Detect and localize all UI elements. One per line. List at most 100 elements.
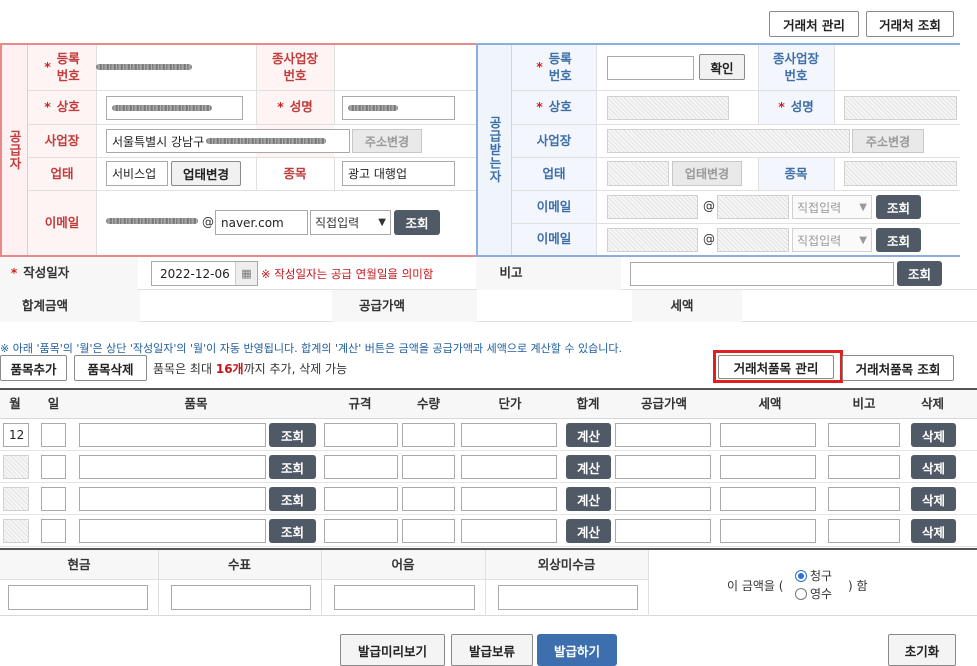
item-lookup-button[interactable]: 조회 bbox=[269, 423, 316, 447]
unit-price-input[interactable] bbox=[461, 455, 557, 479]
supplier-email-lookup-button[interactable]: 조회 bbox=[394, 210, 440, 235]
calendar-icon[interactable]: ▦ bbox=[235, 262, 257, 285]
tax-input[interactable] bbox=[720, 519, 816, 543]
unit-price-input[interactable] bbox=[461, 487, 557, 511]
remark-row-input[interactable] bbox=[828, 423, 900, 447]
add-item-button[interactable]: 품목추가 bbox=[0, 355, 67, 381]
day-input[interactable] bbox=[41, 455, 66, 479]
tax-input[interactable] bbox=[720, 455, 816, 479]
unit-price-input[interactable] bbox=[461, 519, 557, 543]
item-lookup-button[interactable]: 조회 bbox=[269, 519, 316, 543]
receiver-email2-select[interactable]: 직접입력 ▼ bbox=[792, 228, 872, 252]
receiver-company-input[interactable] bbox=[607, 96, 729, 120]
receipt-radio[interactable]: 영수 bbox=[795, 585, 832, 602]
issue-hold-button[interactable]: 발급보류 bbox=[451, 634, 533, 666]
day-input[interactable] bbox=[41, 423, 66, 447]
item-lookup-button[interactable]: 조회 bbox=[269, 455, 316, 479]
supplier-company-input[interactable] bbox=[106, 96, 243, 120]
supplier-address-input[interactable]: 서울특별시 강남구 bbox=[106, 129, 350, 153]
item-name-input[interactable] bbox=[79, 423, 266, 447]
supplier-name-input[interactable] bbox=[342, 96, 455, 120]
partner-items-lookup-button[interactable]: 거래처품목 조회 bbox=[842, 355, 954, 381]
receiver-address-input[interactable] bbox=[607, 129, 850, 153]
receiver-biz-type-input[interactable] bbox=[607, 161, 669, 186]
col-sum: 합계 bbox=[576, 395, 600, 411]
receiver-email-lookup-button[interactable]: 조회 bbox=[876, 195, 921, 219]
month-input[interactable] bbox=[3, 519, 29, 543]
check-input[interactable] bbox=[171, 585, 311, 610]
month-input[interactable] bbox=[3, 487, 29, 511]
calc-button[interactable]: 계산 bbox=[566, 487, 611, 511]
reset-button[interactable]: 초기화 bbox=[888, 634, 956, 666]
receiver-biz-type-change-button[interactable]: 업태변경 bbox=[672, 161, 742, 186]
supplier-biz-type-change-button[interactable]: 업태변경 bbox=[171, 161, 241, 186]
day-input[interactable] bbox=[41, 519, 66, 543]
supply-input[interactable] bbox=[615, 519, 711, 543]
remark-lookup-button[interactable]: 조회 bbox=[897, 261, 942, 286]
receiver-email-at: @ bbox=[703, 199, 715, 213]
supplier-email-select[interactable]: 직접입력 ▼ bbox=[310, 210, 391, 235]
receiver-email-select[interactable]: 직접입력 ▼ bbox=[792, 195, 872, 219]
qty-input[interactable] bbox=[402, 423, 455, 447]
remark-input[interactable] bbox=[630, 262, 894, 286]
item-name-input[interactable] bbox=[79, 519, 266, 543]
receiver-email-domain-input[interactable] bbox=[717, 195, 789, 219]
spec-input[interactable] bbox=[324, 487, 398, 511]
receiver-address-change-button[interactable]: 주소변경 bbox=[852, 129, 924, 153]
tax-input[interactable] bbox=[720, 423, 816, 447]
spec-input[interactable] bbox=[324, 455, 398, 479]
receiver-item-input[interactable] bbox=[844, 161, 957, 186]
month-input[interactable] bbox=[3, 455, 29, 479]
supply-input[interactable] bbox=[615, 487, 711, 511]
month-input[interactable]: 12 bbox=[3, 423, 29, 447]
supplier-item-input[interactable]: 광고 대행업 bbox=[342, 161, 455, 186]
item-name-input[interactable] bbox=[79, 455, 266, 479]
qty-input[interactable] bbox=[402, 487, 455, 511]
remark-row-input[interactable] bbox=[828, 487, 900, 511]
qty-input[interactable] bbox=[402, 455, 455, 479]
receiver-email2-lookup-button[interactable]: 조회 bbox=[876, 228, 921, 252]
item-name-input[interactable] bbox=[79, 487, 266, 511]
supplier-company-label: * 상호 bbox=[44, 99, 80, 115]
issue-preview-button[interactable]: 발급미리보기 bbox=[340, 634, 445, 666]
delete-item-button[interactable]: 품목삭제 bbox=[74, 355, 147, 381]
delete-row-button[interactable]: 삭제 bbox=[911, 519, 956, 543]
calc-button[interactable]: 계산 bbox=[566, 423, 611, 447]
receiver-email-id-input[interactable] bbox=[607, 195, 698, 219]
receiver-name-input[interactable] bbox=[844, 96, 957, 120]
qty-input[interactable] bbox=[402, 519, 455, 543]
supplier-email-domain-input[interactable]: naver.com bbox=[215, 210, 308, 235]
tax-input[interactable] bbox=[720, 487, 816, 511]
day-input[interactable] bbox=[41, 487, 66, 511]
spec-input[interactable] bbox=[324, 423, 398, 447]
partner-items-manage-button[interactable]: 거래처품목 관리 bbox=[718, 355, 834, 379]
delete-row-button[interactable]: 삭제 bbox=[911, 423, 956, 447]
partner-manage-button[interactable]: 거래처 관리 bbox=[769, 11, 859, 37]
unit-price-input[interactable] bbox=[461, 423, 557, 447]
item-lookup-button[interactable]: 조회 bbox=[269, 487, 316, 511]
cash-input[interactable] bbox=[8, 585, 148, 610]
receiver-email2-domain-input[interactable] bbox=[717, 228, 789, 252]
supplier-biz-type-input[interactable]: 서비스업 bbox=[106, 161, 168, 186]
date-input[interactable]: 2022-12-06 ▦ bbox=[151, 261, 258, 286]
partner-lookup-button[interactable]: 거래처 조회 bbox=[866, 11, 954, 37]
supply-input[interactable] bbox=[615, 455, 711, 479]
delete-row-button[interactable]: 삭제 bbox=[911, 487, 956, 511]
credit-input[interactable] bbox=[498, 585, 638, 610]
supplier-address-change-button[interactable]: 주소변경 bbox=[352, 129, 422, 153]
note-input[interactable] bbox=[334, 585, 475, 610]
supplier-item-label: 종목 bbox=[283, 165, 307, 181]
supply-input[interactable] bbox=[615, 423, 711, 447]
receiver-reg-no-input[interactable] bbox=[607, 56, 694, 80]
calc-button[interactable]: 계산 bbox=[566, 519, 611, 543]
delete-row-button[interactable]: 삭제 bbox=[911, 455, 956, 479]
spec-input[interactable] bbox=[324, 519, 398, 543]
remark-row-input[interactable] bbox=[828, 519, 900, 543]
remark-row-input[interactable] bbox=[828, 455, 900, 479]
issue-button[interactable]: 발급하기 bbox=[537, 634, 617, 666]
claim-radio[interactable]: 청구 bbox=[795, 567, 832, 584]
calc-button[interactable]: 계산 bbox=[566, 455, 611, 479]
receiver-confirm-button[interactable]: 확인 bbox=[699, 54, 745, 80]
tax-amount-label: 세액 bbox=[670, 297, 694, 313]
receiver-email2-id-input[interactable] bbox=[607, 228, 698, 252]
